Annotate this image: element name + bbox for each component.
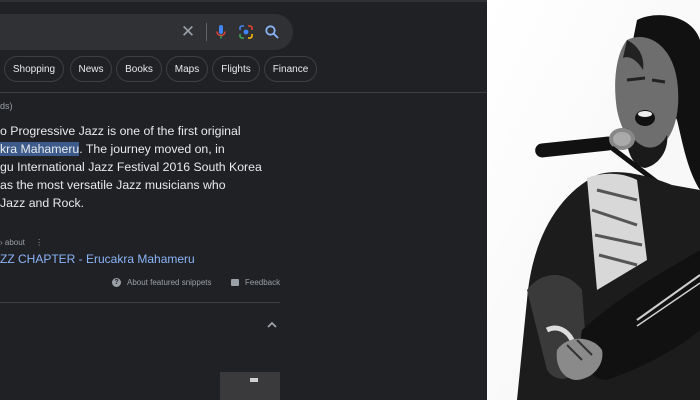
tab-finance[interactable]: Finance xyxy=(264,56,317,82)
more-options-icon[interactable]: ⋮ xyxy=(35,238,43,247)
snippet-line: Jazz and Rock. xyxy=(0,196,85,210)
featured-snippet-text: o Progressive Jazz is one of the first o… xyxy=(0,122,300,212)
snippet-line: kra Mahameru. The journey moved on, in xyxy=(0,142,225,156)
snippet-line: as the most versatile Jazz musicians who xyxy=(0,178,226,192)
help-icon: ? xyxy=(112,278,121,288)
snippet-line: o Progressive Jazz is one of the first o… xyxy=(0,124,241,138)
chevron-up-icon[interactable] xyxy=(265,318,279,332)
mic-icon[interactable] xyxy=(213,24,229,40)
tab-flights[interactable]: Flights xyxy=(212,56,260,82)
tab-maps[interactable]: Maps xyxy=(166,56,208,82)
search-bar-divider xyxy=(206,23,207,41)
snippet-line: gu International Jazz Festival 2016 Sout… xyxy=(0,160,262,174)
snippet-highlight: kra Mahameru xyxy=(0,142,80,156)
guitarist-singing-photo xyxy=(487,0,700,400)
search-bar[interactable]: ✕ xyxy=(0,14,293,50)
search-results-panel: ✕ Shopping News Books Maps Flights Finan… xyxy=(0,0,487,400)
tab-shopping[interactable]: Shopping xyxy=(4,56,64,82)
close-icon[interactable]: ✕ xyxy=(180,23,196,40)
result-stats: ds) xyxy=(0,101,13,111)
thumbnail-mark xyxy=(250,378,258,382)
section-divider xyxy=(0,302,280,303)
search-icon[interactable] xyxy=(264,24,280,40)
lens-icon[interactable] xyxy=(238,24,254,40)
result-title-link[interactable]: ZZ CHAPTER - Erucakra Mahameru xyxy=(0,252,195,266)
top-divider xyxy=(0,0,487,2)
tab-news[interactable]: News xyxy=(70,56,112,82)
about-featured-snippets[interactable]: ? About featured snippets xyxy=(112,278,212,288)
tabs-divider xyxy=(0,92,487,93)
musician-photo xyxy=(487,0,700,400)
feedback-icon xyxy=(231,279,239,287)
result-source-breadcrumb: › about ⋮ xyxy=(0,238,44,247)
image-thumbnail[interactable] xyxy=(220,372,280,400)
tab-books[interactable]: Books xyxy=(116,56,162,82)
feedback-link[interactable]: Feedback xyxy=(231,278,280,287)
